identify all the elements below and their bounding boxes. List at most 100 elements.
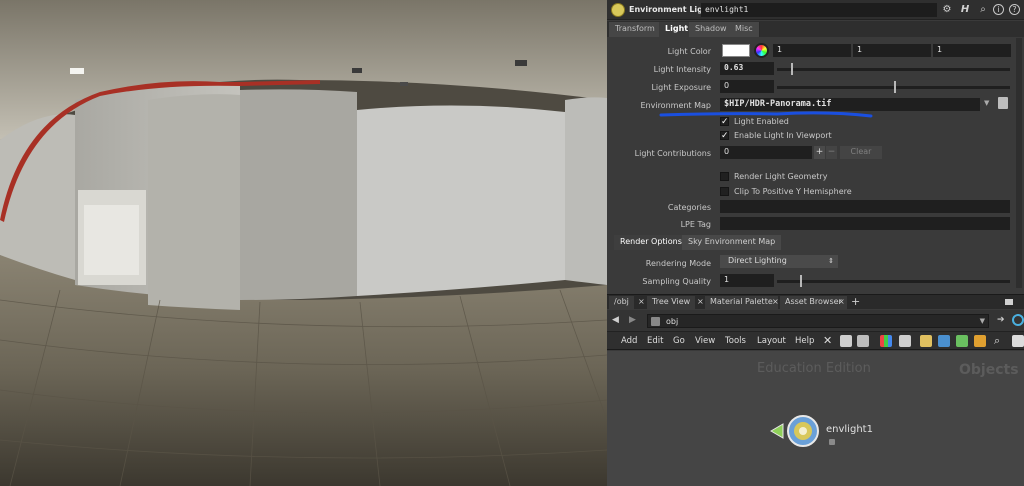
menu-layout[interactable]: Layout xyxy=(757,336,786,346)
sampling-quality-label: Sampling Quality xyxy=(642,277,711,286)
pin-icon[interactable]: ➔ xyxy=(997,315,1005,325)
subnet-icon[interactable] xyxy=(974,335,986,347)
menu-go[interactable]: Go xyxy=(673,336,685,346)
image-icon[interactable] xyxy=(938,335,950,347)
sampling-quality-field[interactable]: 1 xyxy=(720,274,774,287)
network-box-icon[interactable] xyxy=(956,335,968,347)
tab-tree-view[interactable]: Tree View xyxy=(647,296,696,309)
path-value: obj xyxy=(666,317,679,326)
education-edition-watermark: Education Edition xyxy=(757,361,871,376)
search-icon[interactable]: ⌕ xyxy=(976,3,990,17)
lock-icon xyxy=(829,439,835,445)
help-icon[interactable]: ? xyxy=(1009,4,1020,15)
clip-positive-y-label: Clip To Positive Y Hemisphere xyxy=(734,187,852,196)
light-intensity-slider-knob[interactable] xyxy=(790,63,793,75)
tab-asset-browser[interactable]: Asset Browser xyxy=(780,296,847,309)
environment-light-node-icon xyxy=(770,415,819,447)
shape-palette-icon[interactable] xyxy=(899,335,911,347)
sampling-quality-slider[interactable] xyxy=(777,280,1010,283)
light-exposure-label: Light Exposure xyxy=(651,83,711,92)
parameter-scrollbar[interactable] xyxy=(1016,38,1022,288)
parameter-header: Environment Light envlight1 ⚙ H ⌕ i ? xyxy=(607,0,1024,20)
back-arrow-icon[interactable]: ◀ xyxy=(612,315,619,325)
environment-light-icon xyxy=(611,3,625,17)
path-bar: ◀ ▶ obj ▼ ➔ xyxy=(607,310,1024,332)
network-menu-bar: Add Edit Go View Tools Layout Help ✕ ⌕ xyxy=(607,332,1024,350)
enable-light-in-viewport-label: Enable Light In Viewport xyxy=(734,131,832,140)
dropdown-arrows-icon: ⇕ xyxy=(828,257,834,265)
tab-transform[interactable]: Transform xyxy=(609,22,662,37)
node-label: envlight1 xyxy=(826,424,873,435)
parameter-panel: Environment Light envlight1 ⚙ H ⌕ i ? Tr… xyxy=(607,0,1024,486)
close-tab-icon[interactable]: × xyxy=(838,297,845,306)
light-enabled-label: Light Enabled xyxy=(734,117,789,126)
add-contribution-button[interactable]: + xyxy=(814,146,825,159)
list-icon[interactable] xyxy=(840,335,852,347)
light-intensity-slider[interactable] xyxy=(777,68,1010,71)
color-wheel-icon[interactable] xyxy=(754,43,769,58)
context-label: Objects xyxy=(959,362,1019,378)
path-dropdown-icon[interactable]: ▼ xyxy=(980,317,985,325)
light-exposure-field[interactable]: 0 xyxy=(720,80,774,93)
search-icon[interactable]: ⌕ xyxy=(994,335,1006,347)
rendering-mode-dropdown[interactable]: Direct Lighting ⇕ xyxy=(720,255,838,268)
notes-icon[interactable] xyxy=(857,335,869,347)
pane-menu-icon[interactable] xyxy=(1005,299,1013,305)
light-intensity-label: Light Intensity xyxy=(653,65,711,74)
file-chooser-icon[interactable] xyxy=(998,97,1008,109)
menu-add[interactable]: Add xyxy=(621,336,637,346)
light-contributions-field[interactable]: 0 xyxy=(720,146,812,159)
obj-context-icon xyxy=(651,317,660,326)
light-color-b[interactable]: 1 xyxy=(933,44,1011,57)
subtab-render-options[interactable]: Render Options xyxy=(614,235,688,250)
light-color-label: Light Color xyxy=(667,47,711,56)
viewport[interactable] xyxy=(0,0,607,486)
remove-contribution-button[interactable]: − xyxy=(826,146,837,159)
hdr-panorama-image xyxy=(0,0,607,486)
categories-label: Categories xyxy=(667,203,711,212)
add-tab-button[interactable]: + xyxy=(851,295,860,308)
link-icon[interactable] xyxy=(1012,314,1024,326)
tab-shadow[interactable]: Shadow xyxy=(689,22,734,37)
enable-light-in-viewport-checkbox[interactable]: ✓ xyxy=(720,131,729,141)
tab-misc[interactable]: Misc xyxy=(729,22,760,37)
envlight1-node[interactable] xyxy=(769,411,825,451)
menu-view[interactable]: View xyxy=(695,336,715,346)
light-color-r[interactable]: 1 xyxy=(773,44,851,57)
rendering-mode-label: Rendering Mode xyxy=(645,259,711,268)
sticky-note-icon[interactable] xyxy=(920,335,932,347)
print-icon[interactable] xyxy=(1012,335,1024,347)
categories-field[interactable] xyxy=(720,200,1010,213)
path-field[interactable]: obj ▼ xyxy=(647,314,989,328)
close-tab-icon[interactable]: × xyxy=(697,297,704,306)
close-tab-icon[interactable]: × xyxy=(638,297,645,306)
menu-help[interactable]: Help xyxy=(795,336,814,346)
gear-icon[interactable]: ⚙ xyxy=(940,3,954,17)
subtab-sky-environment-map[interactable]: Sky Environment Map xyxy=(682,235,782,250)
sampling-quality-slider-knob[interactable] xyxy=(800,275,803,287)
node-name-field[interactable]: envlight1 xyxy=(701,3,937,17)
menu-tools[interactable]: Tools xyxy=(725,336,746,346)
color-palette-icon[interactable] xyxy=(880,335,892,347)
network-editor[interactable]: Education Edition Objects envlight1 xyxy=(607,351,1024,486)
clip-positive-y-checkbox[interactable] xyxy=(720,187,729,196)
menu-edit[interactable]: Edit xyxy=(647,336,663,346)
light-exposure-slider-knob[interactable] xyxy=(893,81,896,93)
light-color-g[interactable]: 1 xyxy=(853,44,931,57)
light-intensity-field[interactable]: 0.63 xyxy=(720,62,774,75)
rendering-mode-value: Direct Lighting xyxy=(728,256,787,265)
tools-icon[interactable]: ✕ xyxy=(823,335,835,347)
lpe-tag-field[interactable] xyxy=(720,217,1010,230)
tab-obj[interactable]: /obj xyxy=(609,296,634,309)
houdini-logo-icon[interactable]: H xyxy=(958,3,972,17)
tab-material-palette[interactable]: Material Palette xyxy=(705,296,778,309)
render-light-geometry-checkbox[interactable] xyxy=(720,172,729,181)
info-icon[interactable]: i xyxy=(993,4,1004,15)
dropdown-arrow-icon[interactable]: ▼ xyxy=(984,99,989,107)
close-tab-icon[interactable]: × xyxy=(772,297,779,306)
light-color-swatch[interactable] xyxy=(722,44,750,57)
render-light-geometry-label: Render Light Geometry xyxy=(734,172,828,181)
forward-arrow-icon[interactable]: ▶ xyxy=(629,315,636,325)
light-enabled-checkbox[interactable]: ✓ xyxy=(720,117,729,127)
clear-button[interactable]: Clear xyxy=(840,146,882,159)
